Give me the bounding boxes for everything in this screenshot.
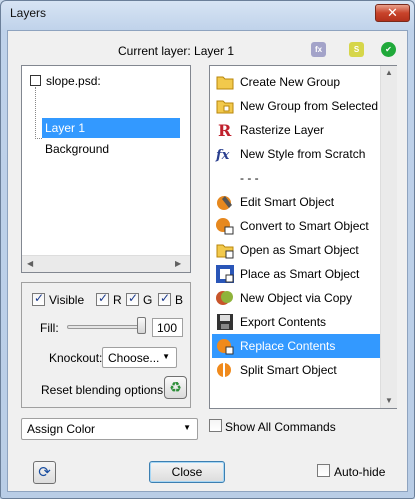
knockout-select[interactable]: Choose... ▼	[102, 347, 177, 368]
command-export-contents[interactable]: Export Contents	[212, 310, 380, 334]
tree-item-document[interactable]: slope.psd:	[22, 71, 190, 91]
replace-icon	[215, 336, 235, 356]
rasterize-icon: R	[215, 120, 235, 140]
command-label: Open as Smart Object	[240, 243, 359, 257]
refresh-icon: ⟳	[38, 464, 51, 481]
visible-label: Visible	[49, 293, 85, 307]
fx-icon: fx	[215, 144, 235, 164]
command-list[interactable]: Create New Group New Group from Selected R…	[209, 65, 397, 409]
smart-object-badge-icon[interactable]: S	[349, 42, 364, 57]
command-separator: - - -	[212, 166, 380, 190]
green-channel-checkbox[interactable]	[126, 291, 139, 306]
command-label: Split Smart Object	[240, 363, 337, 377]
export-icon	[215, 312, 235, 332]
split-icon	[215, 360, 235, 380]
command-list-scrollbar[interactable]: ▲ ▼	[380, 66, 397, 408]
command-convert-to-smart-object[interactable]: Convert to Smart Object	[212, 214, 380, 238]
tree-horizontal-scrollbar[interactable]: ◀ ▶	[22, 255, 190, 272]
visible-checkbox[interactable]	[32, 291, 45, 306]
command-label: New Style from Scratch	[240, 147, 366, 161]
command-label: New Object via Copy	[240, 291, 353, 305]
layers-window: Layers ✕ Current layer: Layer 1 fx S ✔ s…	[0, 0, 415, 499]
title-bar[interactable]: Layers ✕	[1, 1, 414, 27]
command-label: Replace Contents	[240, 339, 336, 353]
command-place-as-smart-object[interactable]: Place as Smart Object	[212, 262, 380, 286]
fx-badge-icon[interactable]: fx	[311, 42, 326, 57]
tree-item-label: slope.psd:	[46, 74, 101, 88]
command-new-style-from-scratch[interactable]: fx New Style from Scratch	[212, 142, 380, 166]
command-label: - - -	[240, 171, 259, 185]
checkbox-icon[interactable]	[30, 75, 41, 86]
command-label: Export Contents	[240, 315, 327, 329]
edit-smart-icon	[215, 192, 235, 212]
show-all-commands-label: Show All Commands	[225, 420, 336, 434]
close-icon: ✕	[387, 5, 398, 20]
fill-value-field[interactable]: 100	[152, 318, 183, 337]
command-label: Convert to Smart Object	[240, 219, 369, 233]
command-split-smart-object[interactable]: Split Smart Object	[212, 358, 380, 382]
tree-line	[35, 87, 36, 139]
tree-item-layer-1[interactable]: Layer 1	[42, 118, 180, 138]
blue-channel-label: B	[175, 293, 184, 307]
chevron-down-icon: ▼	[162, 352, 170, 361]
blending-panel: Visible R G B Fill: 100 Knockout: Choose…	[21, 282, 191, 408]
red-channel-label: R	[113, 293, 122, 307]
reset-blending-label: Reset blending options:	[41, 383, 167, 397]
svg-text:fx: fx	[215, 148, 230, 163]
auto-hide-checkbox[interactable]	[317, 464, 330, 477]
recycle-icon: ♻	[169, 379, 182, 395]
command-label: New Group from Selected	[240, 99, 379, 113]
folder-icon	[215, 72, 235, 92]
fill-slider-track[interactable]	[67, 325, 142, 329]
blue-channel-checkbox[interactable]	[158, 291, 171, 306]
window-close-button[interactable]: ✕	[375, 4, 410, 22]
command-label: Place as Smart Object	[240, 267, 360, 281]
command-create-new-group[interactable]: Create New Group	[212, 70, 380, 94]
command-label: Edit Smart Object	[240, 195, 335, 209]
checkmark-icon[interactable]: ✔	[381, 42, 396, 57]
chevron-down-icon: ▼	[183, 423, 191, 432]
convert-smart-icon	[215, 216, 235, 236]
folder-new-icon	[215, 96, 235, 116]
place-smart-icon	[215, 264, 235, 284]
fill-slider-thumb[interactable]	[137, 317, 146, 334]
red-channel-checkbox[interactable]	[96, 291, 109, 306]
assign-color-select[interactable]: Assign Color ▼	[21, 418, 198, 440]
close-button[interactable]: Close	[149, 461, 225, 483]
tree-item-label: Layer 1	[45, 121, 86, 135]
refresh-button[interactable]: ⟳	[33, 461, 56, 484]
fill-label: Fill:	[40, 321, 59, 335]
green-channel-label: G	[143, 293, 153, 307]
copy-smart-icon	[215, 288, 235, 308]
scroll-right-icon[interactable]: ▶	[175, 259, 181, 268]
layer-tree[interactable]: slope.psd: Layer 1 Background ◀ ▶	[21, 65, 191, 273]
command-open-as-smart-object[interactable]: Open as Smart Object	[212, 238, 380, 262]
scroll-down-icon[interactable]: ▼	[385, 396, 393, 405]
svg-text:R: R	[218, 121, 232, 140]
command-new-object-via-copy[interactable]: New Object via Copy	[212, 286, 380, 310]
open-smart-icon	[215, 240, 235, 260]
current-layer-label: Current layer: Layer 1	[118, 44, 235, 58]
show-all-commands-checkbox[interactable]	[209, 419, 222, 432]
scroll-left-icon[interactable]: ◀	[27, 259, 33, 268]
tree-item-label: Background	[45, 142, 110, 156]
tree-line	[35, 138, 42, 139]
command-label: Create New Group	[240, 75, 341, 89]
knockout-label: Knockout:	[49, 351, 103, 365]
tree-item-background[interactable]: Background	[42, 139, 180, 159]
command-new-group-from-selected[interactable]: New Group from Selected	[212, 94, 380, 118]
scroll-up-icon[interactable]: ▲	[385, 68, 393, 77]
command-rasterize-layer[interactable]: R Rasterize Layer	[212, 118, 380, 142]
command-label: Rasterize Layer	[240, 123, 325, 137]
auto-hide-label: Auto-hide	[334, 465, 386, 479]
command-edit-smart-object[interactable]: Edit Smart Object	[212, 190, 380, 214]
command-replace-contents[interactable]: Replace Contents	[212, 334, 380, 358]
dialog-body: Current layer: Layer 1 fx S ✔ slope.psd:…	[7, 30, 408, 492]
window-title: Layers	[10, 6, 47, 20]
reset-blending-button[interactable]: ♻	[164, 376, 187, 399]
